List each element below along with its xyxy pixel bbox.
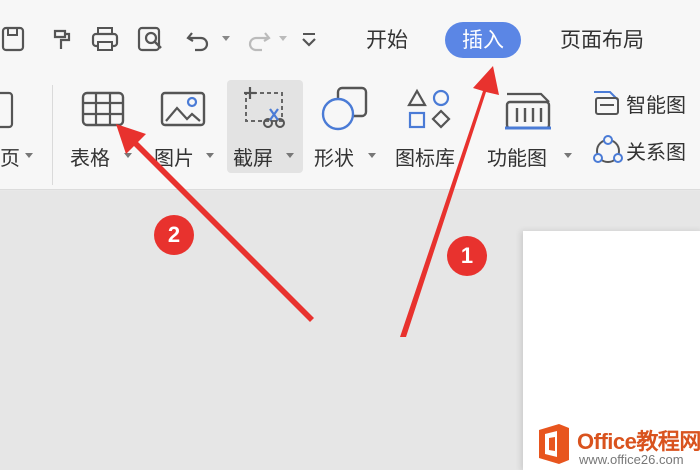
print-preview-icon[interactable] [136, 24, 166, 54]
watermark-url: www.office26.com [579, 452, 684, 467]
icon-library-button[interactable]: 图标库 [395, 85, 470, 175]
function-chart-icon [503, 85, 553, 133]
page-button[interactable]: 页 [0, 85, 50, 175]
table-button[interactable]: 表格 [66, 85, 146, 175]
redo-icon[interactable] [243, 24, 273, 54]
icon-library-label: 图标库 [395, 146, 455, 170]
function-chart-label: 功能图 [487, 146, 547, 170]
screenshot-caret [286, 153, 294, 158]
page-caret [25, 153, 33, 158]
undo-icon[interactable] [184, 24, 214, 54]
relation-graph-label: 关系图 [626, 139, 686, 164]
table-caret [124, 153, 132, 158]
picture-icon [160, 85, 206, 133]
page-icon [0, 85, 22, 133]
picture-caret [206, 153, 214, 158]
table-icon [80, 85, 126, 133]
print-icon[interactable] [90, 24, 120, 54]
watermark: Office教程网 www.office26.com [535, 422, 700, 470]
ribbon-divider [52, 85, 53, 185]
table-label: 表格 [70, 146, 110, 170]
tab-insert[interactable]: 插入 [445, 22, 521, 58]
shape-button[interactable]: 形状 [312, 85, 382, 175]
undo-dropdown-caret[interactable] [222, 36, 230, 41]
screenshot-label: 截屏 [233, 146, 273, 170]
shape-caret [368, 153, 376, 158]
screenshot-button[interactable]: 截屏 [230, 85, 302, 175]
icon-library-icon [405, 85, 453, 133]
smart-graphic-icon [590, 88, 626, 118]
shape-icon [318, 85, 370, 133]
relation-graph-button[interactable]: 关系图 [590, 133, 686, 167]
picture-button[interactable]: 图片 [150, 85, 220, 175]
customize-icon[interactable] [294, 24, 324, 54]
smart-graphic-button[interactable]: 智能图 [590, 86, 686, 120]
picture-label: 图片 [154, 146, 194, 170]
office-logo-icon [539, 424, 569, 464]
function-chart-caret [564, 153, 572, 158]
relation-graph-icon [590, 134, 626, 166]
function-chart-button[interactable]: 功能图 [485, 85, 577, 175]
page-label: 页 [0, 146, 20, 170]
format-painter-icon[interactable] [48, 24, 78, 54]
step-badge-1: 1 [447, 236, 487, 276]
save-icon[interactable] [0, 24, 30, 54]
shape-label: 形状 [314, 146, 354, 170]
tab-home[interactable]: 开始 [366, 22, 408, 58]
screenshot-icon [240, 85, 288, 133]
smart-graphic-label: 智能图 [626, 92, 686, 117]
step-badge-2: 2 [154, 215, 194, 255]
tab-page-layout[interactable]: 页面布局 [560, 22, 644, 58]
redo-dropdown-caret[interactable] [279, 36, 287, 41]
